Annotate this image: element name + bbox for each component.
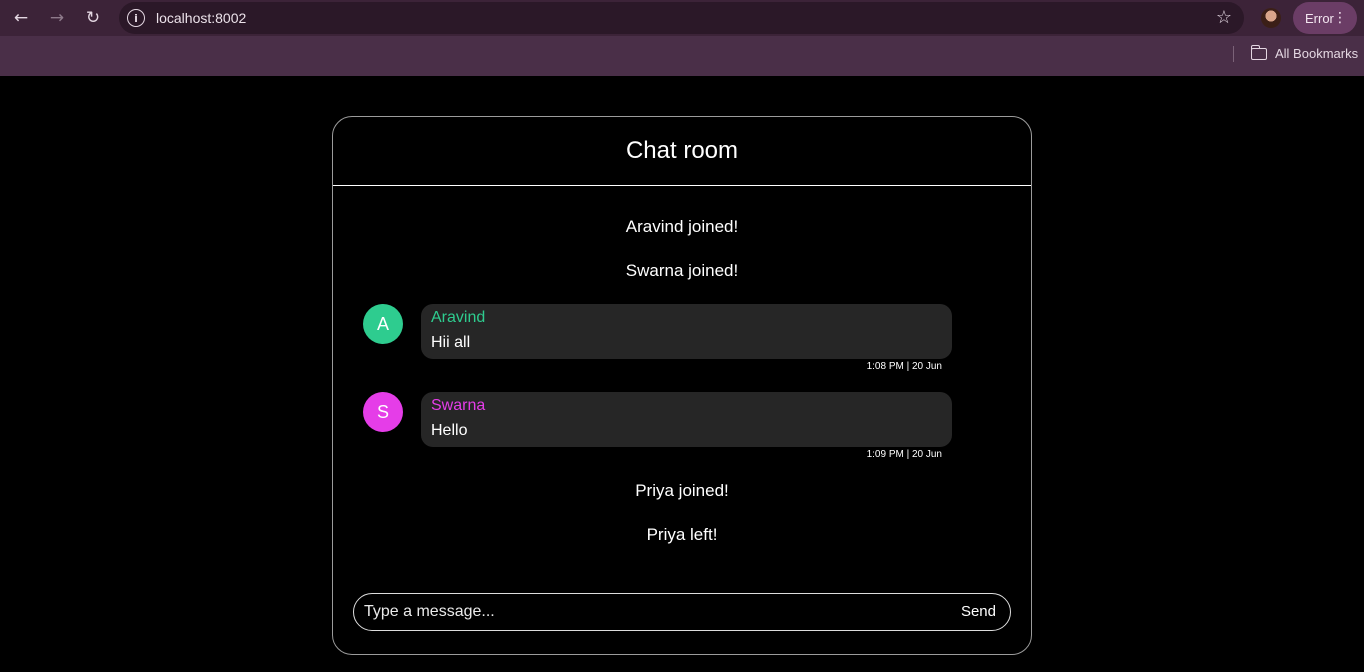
message-bubble: Aravind Hii all xyxy=(421,304,952,359)
browser-chrome: ← → ↻ i localhost:8002 ☆ Error ⋮ All Boo… xyxy=(0,0,1364,76)
chat-message: S Swarna Hello 1:09 PM | 20 Jun xyxy=(363,392,953,462)
send-button[interactable]: Send xyxy=(961,603,996,620)
message-timestamp: 1:09 PM | 20 Jun xyxy=(866,449,942,460)
chat-title: Chat room xyxy=(625,137,739,164)
message-sender: Aravind xyxy=(431,309,486,326)
url-text[interactable]: localhost:8002 xyxy=(156,10,246,26)
chat-room-panel: Chat room Aravind joined! Swarna joined!… xyxy=(332,116,1032,655)
message-sender: Swarna xyxy=(431,397,486,414)
back-icon[interactable]: ← xyxy=(9,6,33,30)
bookmark-star-icon[interactable]: ☆ xyxy=(1216,7,1232,28)
profile-avatar[interactable] xyxy=(1261,8,1281,28)
folder-icon xyxy=(1250,44,1267,60)
avatar: S xyxy=(363,392,403,432)
bookmarks-divider xyxy=(1233,46,1234,62)
system-message: Priya left! xyxy=(646,525,718,544)
system-message: Swarna joined! xyxy=(625,261,739,280)
profile-error-button[interactable]: Error ⋮ xyxy=(1293,2,1357,34)
more-icon[interactable]: ⋮ xyxy=(1333,10,1347,26)
reload-icon[interactable]: ↻ xyxy=(81,6,105,30)
message-input[interactable] xyxy=(364,598,924,626)
all-bookmarks-button[interactable]: All Bookmarks xyxy=(1250,44,1359,61)
profile-error-label: Error xyxy=(1305,10,1334,26)
system-message: Priya joined! xyxy=(635,481,729,500)
message-timestamp: 1:08 PM | 20 Jun xyxy=(866,361,942,372)
avatar: A xyxy=(363,304,403,344)
system-message: Aravind joined! xyxy=(625,217,739,236)
address-bar[interactable]: i localhost:8002 ☆ xyxy=(119,2,1244,34)
message-composer: Send xyxy=(353,593,1011,631)
site-info-icon[interactable]: i xyxy=(127,9,145,27)
message-text: Hello xyxy=(431,422,468,439)
browser-toolbar: ← → ↻ i localhost:8002 ☆ Error ⋮ xyxy=(0,0,1364,36)
all-bookmarks-label: All Bookmarks xyxy=(1275,46,1359,61)
chat-message: A Aravind Hii all 1:08 PM | 20 Jun xyxy=(363,304,953,374)
chat-header: Chat room xyxy=(333,117,1031,186)
message-text: Hii all xyxy=(431,334,471,351)
message-bubble: Swarna Hello xyxy=(421,392,952,447)
forward-icon[interactable]: → xyxy=(45,6,69,30)
